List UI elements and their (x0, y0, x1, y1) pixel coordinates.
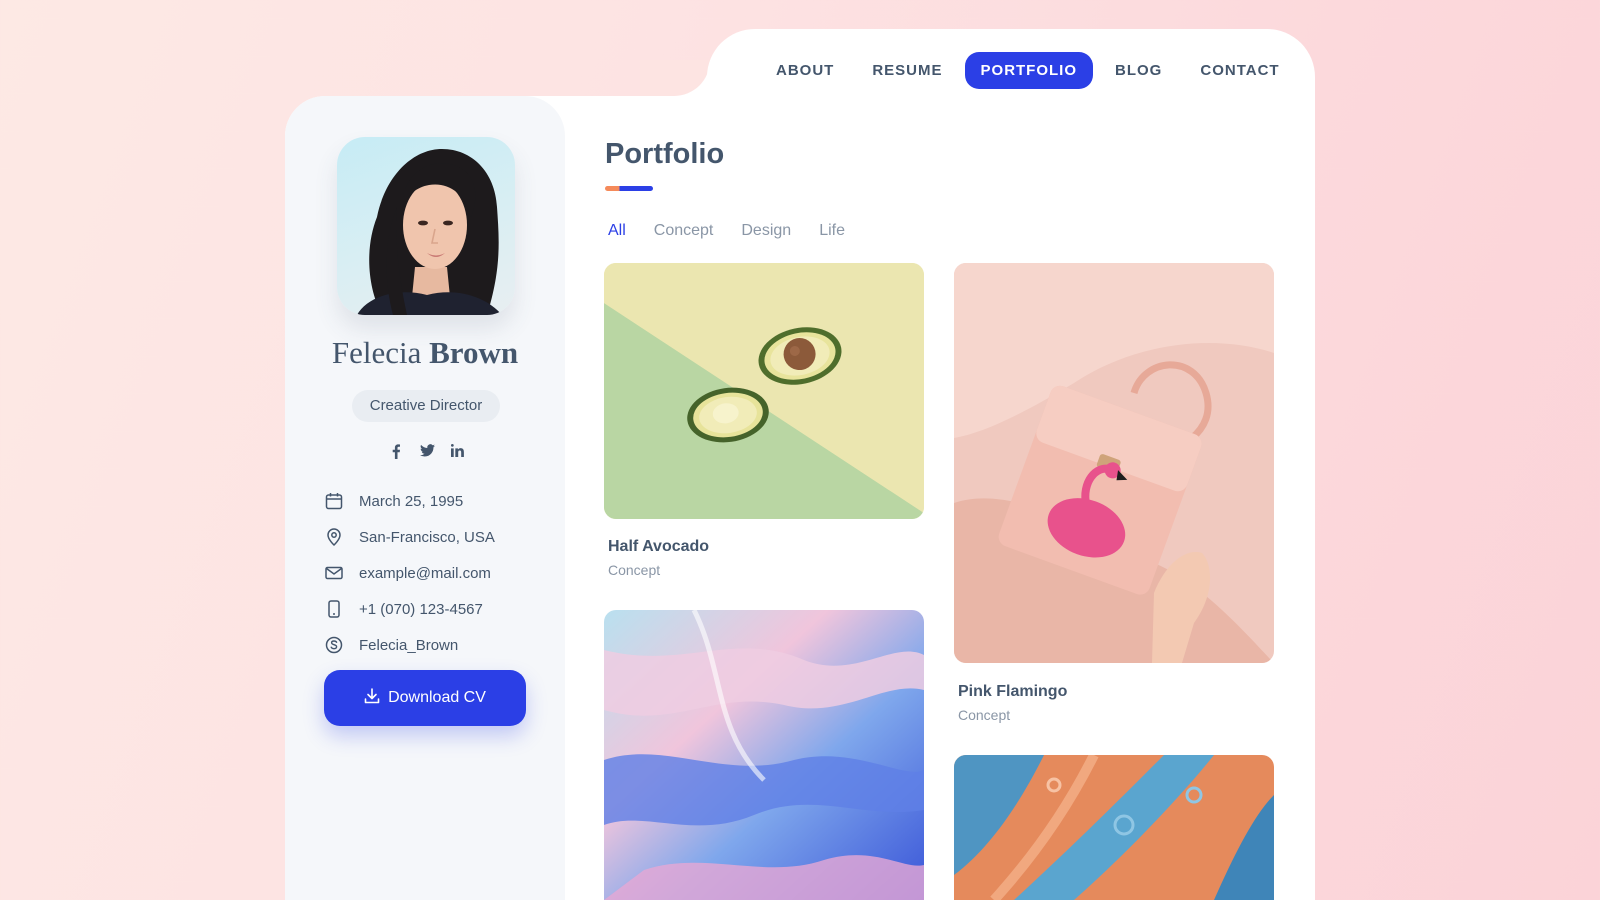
location-pin-icon (325, 528, 343, 546)
portfolio-item-title: Half Avocado (608, 538, 710, 555)
avatar-portrait-image (357, 149, 502, 315)
marble-abstract-image (604, 610, 924, 900)
phone-text[interactable]: +1 (070) 123-4567 (359, 601, 483, 618)
info-skype: Felecia_Brown (325, 627, 495, 663)
facebook-icon[interactable] (389, 444, 402, 459)
social-links (389, 444, 464, 459)
main-nav: ABOUT RESUME PORTFOLIO BLOG CONTACT (760, 52, 1296, 89)
nav-contact[interactable]: CONTACT (1184, 52, 1295, 89)
linkedin-icon[interactable] (451, 444, 464, 459)
mail-icon (325, 564, 343, 582)
birthday-text: March 25, 1995 (359, 492, 464, 510)
portfolio-item-abstract-marble[interactable] (604, 610, 924, 900)
flamingo-bag-image (954, 263, 1274, 663)
filter-all[interactable]: All (608, 222, 626, 240)
download-cv-label: Download CV (388, 689, 486, 706)
twitter-icon[interactable] (420, 444, 435, 459)
portfolio-filters: All Concept Design Life (608, 222, 845, 240)
portfolio-item-category: Concept (608, 562, 661, 578)
contact-info-list: March 25, 1995 San-Francisco, USA exampl… (325, 483, 495, 663)
skype-icon (325, 636, 343, 654)
title-underline (605, 186, 653, 191)
page-title: Portfolio (605, 138, 725, 170)
info-email: example@mail.com (325, 555, 495, 591)
portfolio-item-abstract-fluid[interactable] (954, 755, 1274, 900)
role-badge: Creative Director (352, 390, 500, 422)
portfolio-item-pink-flamingo[interactable] (954, 263, 1274, 663)
avocado-image (604, 263, 924, 519)
portfolio-item-half-avocado[interactable] (604, 263, 924, 519)
profile-name: Felecia Brown (285, 335, 565, 371)
filter-life[interactable]: Life (819, 222, 845, 240)
email-text[interactable]: example@mail.com (359, 565, 491, 582)
nav-portfolio[interactable]: PORTFOLIO (964, 52, 1094, 89)
info-birthday: March 25, 1995 (325, 483, 495, 519)
first-name: Felecia (331, 335, 422, 370)
location-text: San-Francisco, USA (359, 528, 495, 546)
download-icon (364, 687, 380, 709)
fluid-abstract-image (954, 755, 1274, 900)
download-cv-button[interactable]: Download CV (324, 670, 526, 726)
filter-design[interactable]: Design (741, 222, 791, 240)
last-name: Brown (429, 335, 519, 370)
nav-blog[interactable]: BLOG (1099, 52, 1178, 89)
info-location: San-Francisco, USA (325, 519, 495, 555)
info-phone: +1 (070) 123-4567 (325, 591, 495, 627)
calendar-icon (325, 492, 343, 510)
filter-concept[interactable]: Concept (654, 222, 714, 240)
phone-icon (325, 600, 343, 618)
skype-text[interactable]: Felecia_Brown (359, 637, 458, 654)
avatar (337, 137, 515, 315)
portfolio-item-title: Pink Flamingo (958, 683, 1068, 700)
nav-about[interactable]: ABOUT (760, 52, 850, 89)
nav-resume[interactable]: RESUME (856, 52, 958, 89)
portfolio-item-category: Concept (958, 707, 1011, 723)
